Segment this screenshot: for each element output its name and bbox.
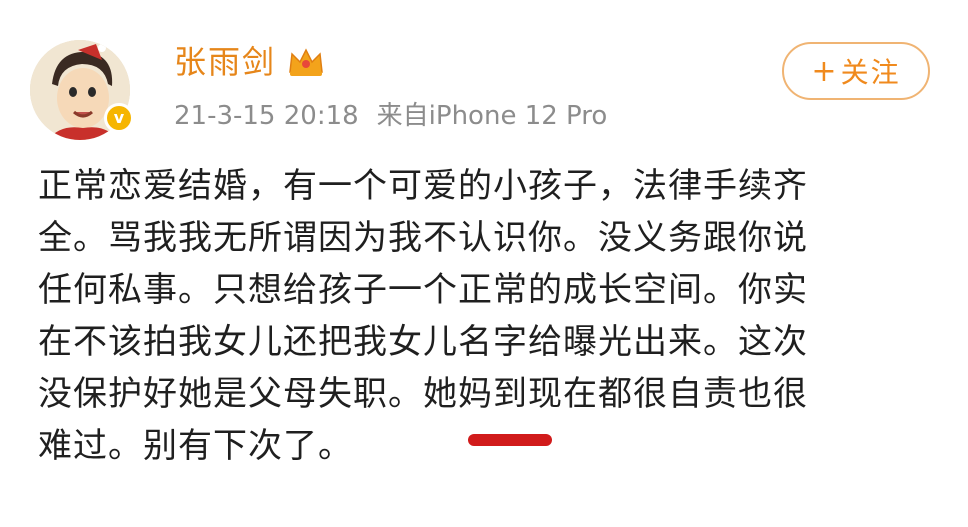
red-underline-annotation: [468, 434, 552, 446]
post-time: 21-3-15 20:18: [174, 101, 359, 131]
post-line: 正常恋爱结婚，有一个可爱的小孩子，法律手续齐: [38, 166, 808, 206]
post-line: 难过。别有下次了。: [38, 426, 353, 466]
post-line: 在不该拍我女儿还把我女儿名字给曝光出来。这次: [38, 322, 808, 362]
verified-label: v: [113, 108, 125, 127]
post-line: 任何私事。只想给孩子一个正常的成长空间。你实: [38, 270, 808, 310]
post-body: 正常恋爱结婚，有一个可爱的小孩子，法律手续齐 全。骂我我无所谓因为我不认识你。没…: [38, 160, 938, 472]
plus-icon: +: [811, 53, 839, 89]
follow-label: 关注: [840, 56, 901, 89]
crown-badge-icon[interactable]: [286, 44, 326, 78]
post-meta: 21-3-15 20:18 来自iPhone 12 Pro: [174, 98, 607, 134]
post-line: 全。骂我我无所谓因为我不认识你。没义务跟你说: [38, 218, 808, 258]
post-source[interactable]: 来自iPhone 12 Pro: [377, 101, 608, 131]
follow-button[interactable]: + 关注: [782, 42, 930, 100]
weibo-post: v 张雨剑 21-3-15 20:18 来自iPhone 12 Pro + 关注 …: [0, 0, 968, 527]
author-name[interactable]: 张雨剑: [174, 40, 276, 84]
verified-v-icon: v: [104, 103, 134, 133]
post-line: 没保护好她是父母失职。她妈到现在都很自责也很: [38, 374, 808, 414]
